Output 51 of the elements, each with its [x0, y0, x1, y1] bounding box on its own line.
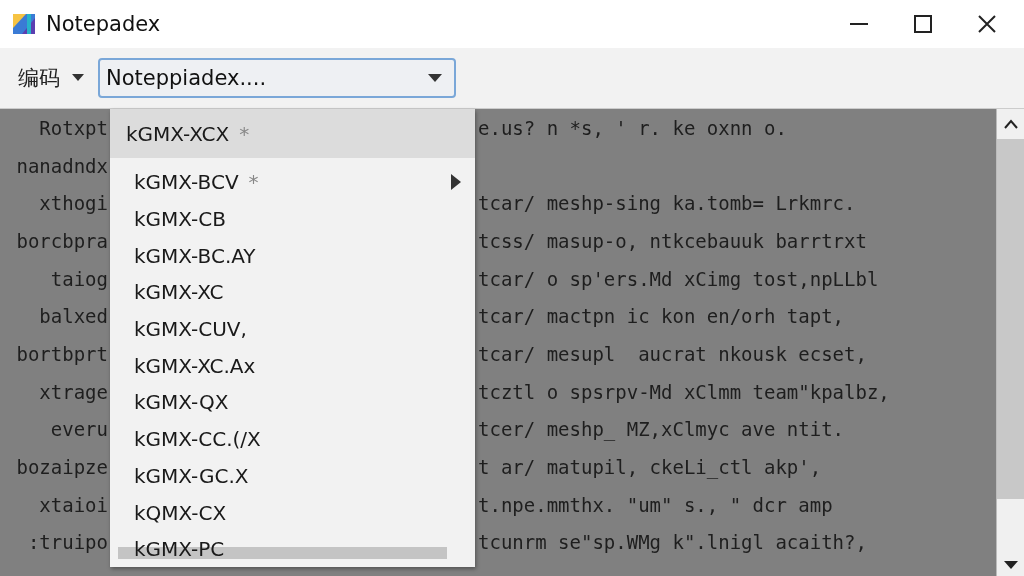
encoding-menu-button[interactable]: 编码 — [18, 64, 84, 92]
app-logo-icon — [12, 12, 36, 36]
menu-item[interactable]: kGMX-GC.X — [110, 457, 475, 495]
text-line: xthogi — [38, 192, 108, 215]
scrollbar-thumb[interactable] — [997, 139, 1024, 499]
menu-item[interactable]: kGMX-CC.(/X — [110, 420, 475, 458]
text-line: bortbprt — [15, 342, 108, 365]
asterisk-mark: * — [248, 170, 259, 195]
text-line: Rotxpt — [38, 116, 108, 139]
minimize-icon — [850, 23, 868, 25]
close-icon — [978, 15, 996, 33]
submenu-arrow-icon — [451, 174, 461, 191]
scroll-up-icon[interactable] — [1003, 119, 1018, 129]
menu-item[interactable]: kGMX-CUV, — [110, 310, 475, 348]
text-line: :truipo — [26, 531, 108, 554]
menu-item[interactable]: kGMX-BCV * — [110, 164, 475, 201]
text-line: tcar/ o sp'ers.Md xCimg tost,npLLbl — [478, 267, 879, 290]
menu-item[interactable]: kGMX-BC.AY — [110, 237, 475, 275]
text-line: tcss/ masup-o, ntkcebauuk barrtrxt — [478, 229, 867, 252]
text-line: tcar/ mesupl aucrat nkousk ecset, — [478, 342, 867, 365]
text-line: xtrage — [38, 380, 108, 403]
vertical-scrollbar[interactable] — [996, 109, 1024, 576]
encoding-combo-box[interactable]: Noteppiadex.... — [98, 58, 456, 98]
menu-item[interactable]: kGMX-CB — [110, 200, 475, 238]
caret-icon — [72, 74, 84, 82]
text-line: xtaioi — [38, 493, 108, 516]
text-line: tcar/ mactpn ic kon en/orh tapt, — [478, 305, 845, 328]
text-line: tcunrm se"sp.WMg k".lnigl acaith?, — [478, 531, 867, 554]
menu-item[interactable]: kGMX-XC.Ax — [110, 347, 475, 385]
maximize-icon — [914, 15, 932, 33]
scroll-down-icon[interactable] — [1003, 561, 1018, 570]
text-line: nanadndx — [15, 154, 108, 177]
text-line: borcbpra — [15, 229, 108, 252]
text-line: t.npe.mmthx. "um" s., " dcr amp — [478, 493, 833, 516]
menu-item[interactable]: kGMX-XC — [110, 274, 475, 311]
text-line: balxed — [38, 305, 108, 328]
text-line: t ar/ matupil, ckeLi_ctl akp', — [478, 456, 822, 479]
menu-item[interactable]: kGMX-PC — [110, 530, 475, 567]
caret-icon — [428, 74, 442, 82]
window-title: Notepadex — [46, 12, 162, 36]
asterisk-mark: * — [239, 121, 250, 146]
text-line: tcer/ meshp_ MZ,xClmyc ave ntit. — [478, 418, 845, 441]
text-line: taiog — [49, 267, 108, 290]
text-line: bozaipze — [15, 456, 108, 479]
menu-item[interactable]: kGMX-QX — [110, 384, 475, 421]
text-line: everu — [49, 418, 108, 441]
text-line: tcztl o spsrpv-Md xClmm team"kpalbz, — [478, 380, 890, 403]
text-line: e.us? n *s, ' r. ke oxnn o. — [478, 116, 787, 139]
menu-item[interactable]: kQMX-CX — [110, 494, 475, 531]
menu-item[interactable]: kGMX-XCX * — [110, 109, 475, 158]
text-line: tcar/ meshp-sing ka.tomb= Lrkmrc. — [478, 192, 856, 215]
